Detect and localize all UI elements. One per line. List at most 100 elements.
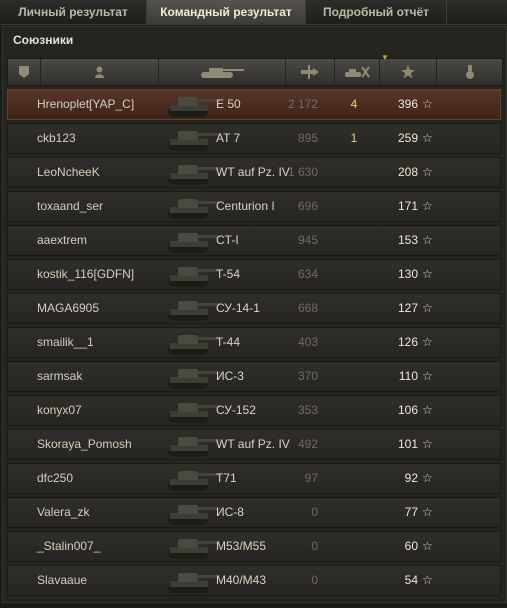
xp-star-icon: ☆ — [422, 573, 433, 587]
table-row[interactable]: aaextrem CT-I 945 153 ☆ — [7, 225, 501, 256]
table-row[interactable]: dfc250 T71 97 92 ☆ — [7, 463, 501, 494]
damage-value: 1 630 — [287, 165, 318, 179]
damage-value: 634 — [297, 267, 318, 281]
section-title: Союзники — [13, 33, 74, 47]
xp-star-icon: ☆ — [422, 369, 433, 383]
table-row[interactable]: Slavaaue M40/M43 0 54 ☆ — [7, 565, 501, 596]
damage-value: 353 — [297, 403, 318, 417]
table-row[interactable]: _Stalin007_ M53/M55 0 60 ☆ — [7, 531, 501, 562]
frags-value — [344, 362, 364, 391]
xp-value: 153 — [397, 233, 418, 247]
table-row[interactable]: Hrenoplet[YAP_C] E 50 2 172 4 396 ☆ — [7, 89, 501, 120]
player-name: Valera_zk — [37, 505, 90, 519]
tank-name: ИС-3 — [216, 369, 244, 383]
damage-value: 895 — [297, 131, 318, 145]
table-row[interactable]: toxaand_ser Centurion I 696 171 ☆ — [7, 191, 501, 222]
tank-image — [164, 325, 222, 359]
damage-value: 2 172 — [287, 97, 318, 111]
damage-icon — [301, 65, 319, 79]
tank-image — [164, 223, 222, 257]
player-name: Skoraya_Pomosh — [37, 437, 132, 451]
table-row[interactable]: konyx07 СУ-152 353 106 ☆ — [7, 395, 501, 426]
frags-value — [344, 430, 364, 459]
tank-name: СУ-152 — [216, 403, 256, 417]
xp-star-icon: ☆ — [422, 97, 433, 111]
tab-personal-result[interactable]: Личный результат — [0, 0, 147, 24]
column-player[interactable] — [41, 59, 159, 85]
xp-star-icon: ☆ — [422, 267, 433, 281]
sort-descending-icon: ▼ — [381, 53, 389, 62]
tank-name: E 50 — [216, 97, 241, 111]
table-row[interactable]: Valera_zk ИС-8 0 77 ☆ — [7, 497, 501, 528]
tank-name: T-54 — [216, 267, 241, 281]
table-row[interactable]: ckb123 AT 7 895 1 259 ☆ — [7, 123, 501, 154]
platoon-icon — [19, 66, 29, 78]
table-row[interactable]: kostik_116[GDFN] T-54 634 130 ☆ — [7, 259, 501, 290]
xp-value: 106 — [397, 403, 418, 417]
tank-image — [164, 155, 222, 189]
tank-name: СУ-14-1 — [216, 301, 260, 315]
tank-image — [164, 529, 222, 563]
tank-name: T-44 — [216, 335, 241, 349]
xp-star-icon: ☆ — [422, 437, 433, 451]
player-name: kostik_116[GDFN] — [37, 267, 135, 281]
xp-value: 92 — [404, 471, 418, 485]
column-damage[interactable] — [286, 59, 335, 85]
tab-bar: Личный результат Командный результат Под… — [0, 0, 507, 25]
tank-icon — [201, 68, 244, 78]
table-row[interactable]: smailik__1 T-44 403 126 ☆ — [7, 327, 501, 358]
tank-image — [164, 495, 222, 529]
tank-image — [164, 87, 222, 121]
tab-detailed-report[interactable]: Подробный отчёт — [306, 0, 447, 24]
frags-icon — [345, 66, 370, 78]
xp-star-icon: ☆ — [422, 301, 433, 315]
tank-name: M40/M43 — [216, 573, 267, 587]
damage-value: 97 — [304, 471, 318, 485]
column-medals[interactable] — [437, 59, 502, 85]
xp-star-icon: ☆ — [422, 199, 433, 213]
tank-name: Centurion I — [216, 199, 275, 213]
player-name: ckb123 — [37, 131, 76, 145]
xp-value: 54 — [404, 573, 418, 587]
xp-star-icon: ☆ — [422, 335, 433, 349]
column-tank[interactable] — [159, 59, 286, 85]
player-name: dfc250 — [37, 471, 74, 485]
column-experience[interactable] — [380, 59, 437, 85]
tank-name: M53/M55 — [216, 539, 267, 553]
xp-value: 259 — [397, 131, 418, 145]
player-name: MAGA6905 — [37, 301, 100, 315]
xp-value: 101 — [397, 437, 418, 451]
xp-value: 130 — [397, 267, 418, 281]
table-row[interactable]: MAGA6905 СУ-14-1 668 127 ☆ — [7, 293, 501, 324]
xp-star-icon: ☆ — [422, 539, 433, 553]
player-icon — [95, 66, 104, 78]
players-list: Hrenoplet[YAP_C] E 50 2 172 4 396 ☆ ckb123 AT 7… — [7, 89, 501, 599]
table-row[interactable]: LeoNcheeK WT auf Pz. IV 1 630 208 ☆ — [7, 157, 501, 188]
frags-value — [344, 566, 364, 595]
xp-star-icon: ☆ — [422, 471, 433, 485]
frags-value — [344, 158, 364, 187]
player-name: smailik__1 — [37, 335, 94, 349]
column-platoon[interactable] — [8, 59, 41, 85]
table-row[interactable]: Skoraya_Pomosh WT auf Pz. IV 492 101 ☆ — [7, 429, 501, 460]
xp-value: 208 — [397, 165, 418, 179]
tank-image — [164, 563, 222, 597]
tank-image — [164, 359, 222, 393]
damage-value: 0 — [311, 505, 318, 519]
tank-image — [164, 427, 222, 461]
table-header — [7, 58, 503, 86]
frags-value — [344, 226, 364, 255]
tab-team-result[interactable]: Командный результат — [147, 0, 306, 24]
tank-image — [164, 461, 222, 495]
tank-image — [164, 257, 222, 291]
tank-name: T71 — [216, 471, 237, 485]
damage-value: 370 — [297, 369, 318, 383]
player-name: _Stalin007_ — [37, 539, 101, 553]
xp-value: 110 — [398, 369, 418, 383]
column-frags[interactable] — [335, 59, 380, 85]
table-row[interactable]: sarmsak ИС-3 370 110 ☆ — [7, 361, 501, 392]
frags-value — [344, 396, 364, 425]
player-name: LeoNcheeK — [37, 165, 100, 179]
xp-value: 126 — [397, 335, 418, 349]
xp-star-icon: ☆ — [422, 165, 433, 179]
